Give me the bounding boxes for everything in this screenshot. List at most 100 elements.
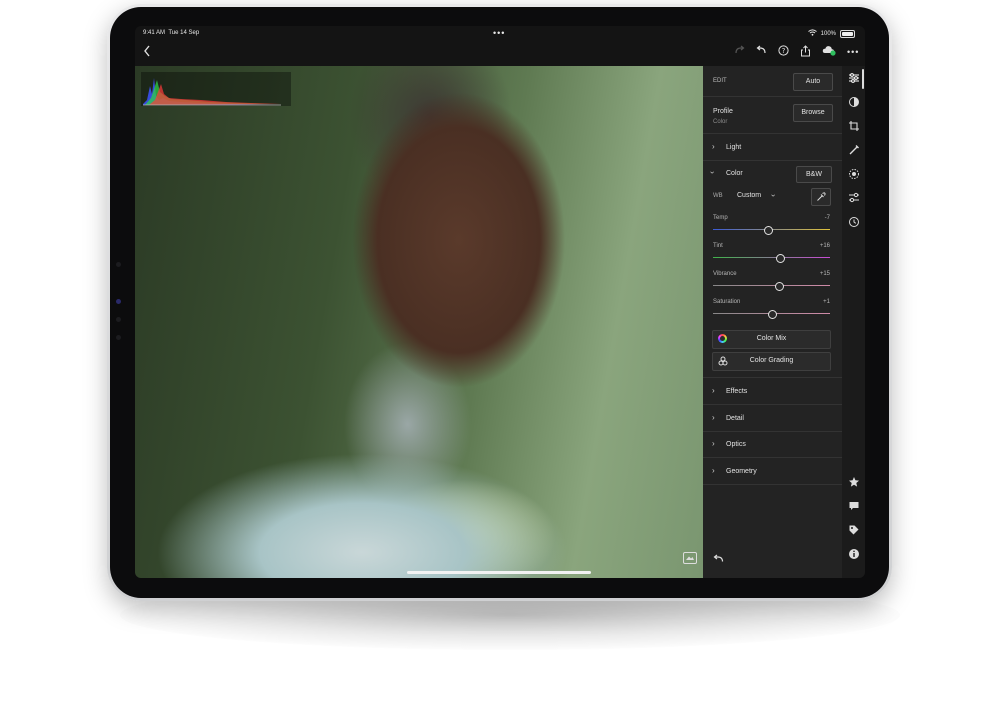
healing-brush-icon[interactable] — [847, 144, 860, 157]
chevron-down-icon: › — [768, 194, 778, 197]
section-color-label: Color — [726, 170, 743, 177]
back-button[interactable] — [143, 45, 151, 61]
history-icon[interactable] — [847, 216, 860, 229]
histogram-graph — [143, 78, 281, 106]
wifi-icon — [807, 29, 817, 38]
slider-track — [713, 257, 830, 258]
more-options-button[interactable]: ••• — [847, 45, 859, 59]
compare-view-button[interactable] — [683, 552, 697, 564]
section-light[interactable]: › Light — [703, 134, 842, 160]
bw-button[interactable]: B&W — [796, 166, 832, 183]
chevron-right-icon: › — [712, 386, 715, 395]
side-dot — [116, 335, 121, 340]
slider-value: +15 — [819, 271, 830, 277]
slider-knob[interactable] — [768, 310, 778, 319]
app-toolbar: ? ••• — [135, 40, 865, 65]
profile-label: Profile — [713, 108, 733, 115]
slider-knob[interactable] — [775, 254, 785, 263]
wb-label: WB — [713, 193, 723, 199]
color-grading-label: Color Grading — [749, 357, 794, 364]
slider-track — [713, 285, 830, 286]
wb-picker-button[interactable] — [811, 188, 831, 206]
wb-value: Custom — [737, 192, 762, 199]
edit-panel: EDIT Auto Profile Color Browse › Light ›… — [703, 66, 842, 578]
masking-icon[interactable] — [847, 168, 860, 181]
crop-icon[interactable] — [847, 120, 860, 133]
slider-knob[interactable] — [775, 282, 785, 291]
edit-label: EDIT — [713, 78, 727, 84]
section-label: Detail — [726, 415, 744, 422]
keyword-tag-icon[interactable] — [847, 524, 860, 537]
auto-button[interactable]: Auto — [793, 73, 833, 91]
redo-button[interactable] — [734, 45, 745, 59]
section-detail[interactable]: › Detail — [703, 405, 842, 432]
slider-temp[interactable]: Temp -7 — [703, 212, 842, 238]
color-grading-button[interactable]: Color Grading — [712, 352, 831, 371]
multitask-dots[interactable]: ••• — [493, 28, 505, 38]
active-tool-indicator — [862, 69, 864, 89]
chevron-down-icon: › — [707, 171, 717, 174]
status-date: Tue 14 Sep — [168, 30, 200, 36]
slider-vibrance[interactable]: Vibrance +15 — [703, 268, 842, 294]
tool-icon-bar — [842, 66, 865, 578]
section-label: Effects — [726, 388, 748, 395]
redo-icon — [735, 45, 745, 54]
histogram — [141, 72, 291, 106]
photo-canvas[interactable] — [135, 66, 703, 578]
app-screen: 9:41 AM Tue 14 Sep ••• 100% ? ••• EDIT A… — [135, 26, 865, 578]
section-optics[interactable]: › Optics — [703, 431, 842, 458]
info-icon[interactable] — [847, 548, 860, 561]
section-label: Geometry — [726, 468, 757, 475]
home-indicator — [407, 571, 591, 574]
presets-icon[interactable] — [847, 96, 860, 109]
edit-sliders-icon[interactable] — [847, 72, 860, 85]
status-bar: 9:41 AM Tue 14 Sep ••• 100% — [135, 26, 865, 40]
slider-value: +1 — [823, 299, 830, 305]
slider-label: Saturation — [713, 299, 741, 305]
eyedropper-icon — [817, 192, 826, 201]
cloud-sync-button[interactable] — [822, 45, 836, 60]
battery-icon — [840, 29, 855, 38]
section-light-label: Light — [726, 144, 742, 151]
color-mix-button[interactable]: Color Mix — [712, 330, 831, 349]
slider-value: +16 — [819, 243, 830, 249]
comment-icon[interactable] — [847, 500, 860, 513]
help-button[interactable]: ? — [778, 45, 789, 60]
status-time-date: 9:41 AM Tue 14 Sep — [143, 30, 199, 36]
section-effects[interactable]: › Effects — [703, 378, 842, 405]
svg-text:?: ? — [782, 47, 786, 55]
section-label: Optics — [726, 441, 746, 448]
reset-icon — [713, 554, 724, 562]
share-icon — [801, 45, 810, 57]
slider-label: Vibrance — [713, 271, 737, 277]
chevron-right-icon: › — [712, 439, 715, 448]
side-sensor-dot — [116, 299, 121, 304]
share-button[interactable] — [800, 45, 811, 61]
slider-knob[interactable] — [763, 226, 773, 235]
image-compare-icon — [686, 556, 694, 560]
section-geometry[interactable]: › Geometry — [703, 458, 842, 485]
help-icon: ? — [778, 45, 789, 56]
side-dot — [116, 317, 121, 322]
undo-button[interactable] — [756, 45, 767, 59]
chevron-left-icon — [144, 45, 150, 57]
chevron-right-icon: › — [712, 142, 715, 151]
slider-value: -7 — [824, 215, 830, 221]
status-time: 9:41 AM — [143, 30, 166, 36]
divider — [703, 96, 842, 97]
slider-label: Temp — [713, 215, 728, 221]
section-color-header[interactable]: › Color — [703, 161, 783, 185]
reset-button[interactable] — [713, 550, 724, 568]
battery-percent: 100% — [820, 30, 836, 37]
chevron-right-icon: › — [712, 413, 715, 422]
versions-icon[interactable] — [847, 192, 860, 205]
wb-dropdown[interactable]: Custom › — [737, 191, 781, 203]
slider-tint[interactable]: Tint +16 — [703, 240, 842, 266]
profile-value: Color — [713, 119, 728, 125]
slider-label: Tint — [713, 243, 723, 249]
status-right: 100% — [807, 29, 855, 38]
star-rating-icon[interactable] — [847, 476, 860, 489]
slider-saturation[interactable]: Saturation +1 — [703, 296, 842, 322]
chevron-right-icon: › — [712, 466, 715, 475]
browse-button[interactable]: Browse — [793, 104, 833, 122]
